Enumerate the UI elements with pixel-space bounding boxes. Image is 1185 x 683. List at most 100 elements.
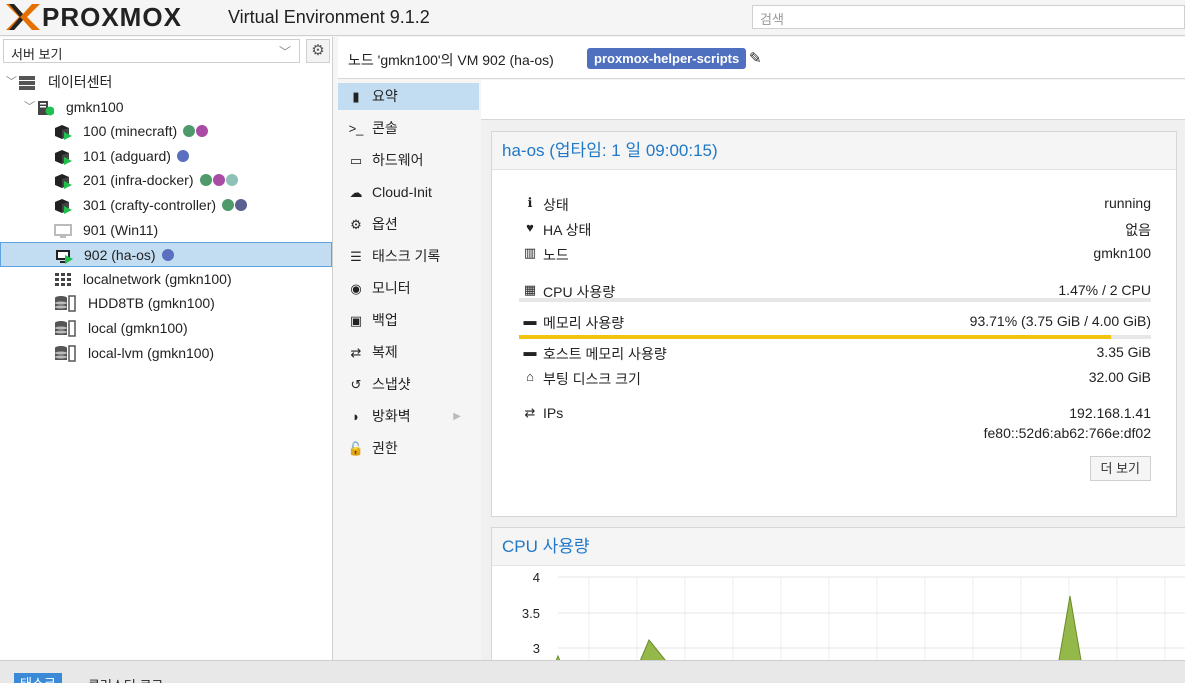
- network-grid-icon: [54, 271, 72, 287]
- bottom-log-panel: 태스크 클러스터 로그: [0, 660, 1185, 683]
- nav-item[interactable]: ▭ 하드웨어: [338, 147, 479, 174]
- view-select-value: 서버 보기: [11, 47, 63, 62]
- terminal-icon: >_: [348, 121, 364, 136]
- submenu-arrow-icon: ▶: [453, 411, 461, 422]
- nav-item-label: 모니터: [372, 280, 411, 296]
- tab-tasks[interactable]: 태스크: [14, 673, 62, 683]
- nav-item[interactable]: ▮ 요약: [338, 83, 479, 110]
- tag-dot: [226, 174, 238, 187]
- tree-item[interactable]: ﹀ 데이터센터: [0, 70, 332, 95]
- memory-row: ▬ 메모리 사용량 93.71% (3.75 GiB / 4.00 GiB): [521, 313, 1152, 335]
- summary-toolbar: [481, 80, 1185, 120]
- nav-item-label: 옵션: [372, 216, 398, 232]
- memory-icon: ▬: [523, 313, 537, 328]
- tag-dots: [176, 144, 189, 168]
- nav-item-label: 콘솔: [372, 120, 398, 136]
- tag-dots: [182, 119, 208, 143]
- y-tick-label: 4: [533, 570, 540, 585]
- building-icon: ▥: [523, 245, 537, 260]
- nav-item[interactable]: ⇄ 복제: [338, 339, 479, 366]
- node-row: ▥ 노드 gmkn100: [521, 245, 1151, 267]
- tree-settings-button[interactable]: ⚙: [306, 39, 330, 63]
- nav-item[interactable]: >_ 콘솔: [338, 115, 479, 142]
- running-vm-icon: [55, 247, 73, 265]
- cpu-area-mark: [639, 639, 666, 660]
- tree-item[interactable]: local-lvm (gmkn100): [0, 341, 332, 366]
- tree-item[interactable]: local (gmkn100): [0, 316, 332, 341]
- memory-value: 93.71% (3.75 GiB / 4.00 GiB): [969, 313, 1151, 329]
- storage-icon: [54, 320, 76, 337]
- search-input[interactable]: 검색: [752, 5, 1185, 29]
- tree-item[interactable]: 301 (crafty-controller): [0, 193, 332, 218]
- tree-item[interactable]: 902 (ha-os): [0, 242, 332, 267]
- tag-dot: [162, 249, 174, 262]
- cpu-value: 1.47% / 2 CPU: [1058, 282, 1151, 298]
- nav-item[interactable]: ◗ 방화벽 ▶: [338, 403, 479, 430]
- tree-item[interactable]: 101 (adguard): [0, 144, 332, 169]
- retweet-icon: ⇄: [350, 345, 362, 360]
- tag-dot: [177, 149, 189, 162]
- more-ips-button[interactable]: 더 보기: [1089, 456, 1151, 481]
- status-panel: ha-os (업타임: 1 일 09:00:15) ℹ 상태 running ♥…: [491, 131, 1177, 517]
- stopped-vm-icon: [54, 222, 72, 238]
- boot-disk-value: 32.00 GiB: [1088, 369, 1151, 385]
- view-select[interactable]: 서버 보기 ﹀: [3, 39, 300, 63]
- content-header: 노드 'gmkn100'의 VM 902 (ha-os) proxmox-hel…: [338, 37, 1185, 79]
- ha-value: 없음: [1125, 222, 1151, 238]
- nav-item[interactable]: ▣ 백업: [338, 307, 479, 334]
- nav-item-label: 권한: [372, 440, 398, 456]
- running-container-icon: [54, 148, 72, 165]
- nav-item[interactable]: ☰ 태스크 기록: [338, 243, 479, 270]
- nav-item[interactable]: 🔓 권한: [338, 435, 479, 462]
- resource-tree-panel: 서버 보기 ﹀ ⚙ ﹀ 데이터센터 ﹀ gmkn100 100 (minecraft) 1…: [0, 37, 333, 660]
- ha-status-row: ♥ HA 상태 없음: [521, 220, 1151, 242]
- nav-item-label: 스냅샷: [372, 376, 411, 392]
- tab-cluster-log[interactable]: 클러스터 로그: [82, 675, 169, 683]
- node-value: gmkn100: [1093, 245, 1151, 261]
- tag-dots: [221, 193, 247, 217]
- expand-toggle-icon[interactable]: ﹀: [6, 70, 17, 94]
- tree-item[interactable]: 201 (infra-docker): [0, 168, 332, 193]
- resource-tree: ﹀ 데이터센터 ﹀ gmkn100 100 (minecraft) 101 (adguar…: [0, 70, 332, 365]
- tree-item-label: 101 (adguard): [83, 147, 171, 164]
- summary-content: ha-os (업타임: 1 일 09:00:15) ℹ 상태 running ♥…: [481, 80, 1185, 660]
- server-rack-icon: [18, 74, 36, 90]
- chevron-down-icon: ﹀: [278, 45, 291, 59]
- tree-item-label: local (gmkn100): [88, 319, 188, 336]
- vm-tag-pill[interactable]: proxmox-helper-scripts: [587, 48, 747, 69]
- expand-toggle-icon[interactable]: ﹀: [24, 95, 35, 119]
- book-icon: ▮: [352, 89, 360, 104]
- memory-icon: ▬: [523, 344, 537, 359]
- vm-nav-panel: ▮ 요약 >_ 콘솔 ▭ 하드웨어 ☁ Cloud-Init ⚙ 옵션 ☰ 태스크 기록 ◉ 모니터 ▣ 백업…: [338, 37, 480, 660]
- cpu-chart-title: CPU 사용량: [492, 528, 1185, 566]
- tree-item-label: 901 (Win11): [83, 221, 159, 238]
- tree-item-label: 201 (infra-docker): [83, 172, 194, 189]
- storage-icon: [54, 344, 76, 362]
- status-row: ℹ 상태 running: [521, 195, 1151, 217]
- nav-item[interactable]: ◉ 모니터: [338, 275, 479, 302]
- nav-item[interactable]: ↺ 스냅샷: [338, 371, 479, 398]
- ha-label: HA 상태: [543, 222, 592, 238]
- nav-item[interactable]: ⚙ 옵션: [338, 211, 479, 238]
- proxmox-x-icon: [6, 4, 40, 30]
- history-icon: ↺: [350, 377, 362, 392]
- tree-item[interactable]: 901 (Win11): [0, 218, 332, 243]
- info-icon: ℹ: [527, 195, 533, 210]
- tree-item[interactable]: ﹀ gmkn100: [0, 95, 332, 120]
- cloud-icon: ☁: [349, 185, 363, 200]
- y-tick-label: 3: [533, 641, 540, 656]
- host-memory-label: 호스트 메모리 사용량: [543, 346, 667, 362]
- tree-item[interactable]: localnetwork (gmkn100): [0, 267, 332, 292]
- running-container-icon: [54, 172, 72, 190]
- eye-icon: ◉: [350, 281, 362, 296]
- running-container-icon: [54, 197, 72, 214]
- cpu-chart: 4 3.5 3: [522, 570, 1185, 660]
- edit-tags-icon[interactable]: ✎: [749, 49, 762, 67]
- y-tick-label: 3.5: [522, 606, 540, 621]
- node-label: 노드: [543, 247, 569, 263]
- proxmox-logo[interactable]: PROXMOX: [6, 1, 182, 32]
- nav-item[interactable]: ☁ Cloud-Init: [338, 179, 479, 206]
- tree-item[interactable]: 100 (minecraft): [0, 119, 332, 144]
- brand-name: PROXMOX: [42, 1, 182, 32]
- tree-item[interactable]: HDD8TB (gmkn100): [0, 291, 332, 316]
